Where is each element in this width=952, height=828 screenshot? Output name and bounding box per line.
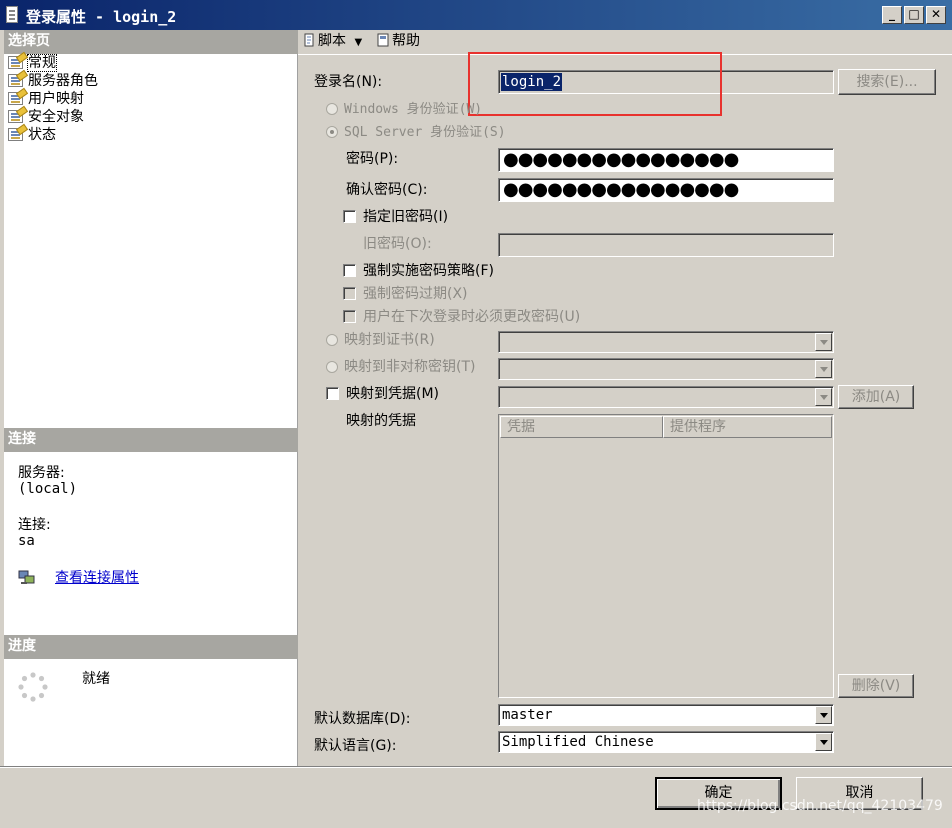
page-icon [8,74,23,87]
nav-item-general[interactable]: 常规 [6,54,57,72]
window-title: 登录属性 - login_2 [26,8,177,26]
default-language-value: Simplified Chinese [502,734,654,750]
window-icon [6,6,18,23]
windows-auth-radio[interactable] [326,103,338,115]
script-icon [302,32,316,47]
connection-header: 连接 [4,428,298,452]
enforce-policy-label: 强制实施密码策略(F) [363,263,494,279]
login-properties-window: { "window": { "title": "登录属性 - login_2" … [0,0,952,828]
nav-item-label: 状态 [28,127,56,143]
password-input[interactable]: ●●●●●●●●●●●●●●●● [498,148,834,172]
nav-item-securables[interactable]: 安全对象 [6,108,84,126]
search-button[interactable]: 搜索(E)... [838,69,936,95]
connection-value: sa [18,533,35,549]
confirm-password-mask: ●●●●●●●●●●●●●●●● [503,179,739,200]
sql-auth-radio[interactable] [326,126,338,138]
confirm-password-input[interactable]: ●●●●●●●●●●●●●●●● [498,178,834,202]
help-label: 帮助 [392,33,420,49]
dropdown-arrow-icon[interactable] [815,388,832,406]
password-label: 密码(P): [346,151,399,167]
footer-divider [0,766,952,768]
nav-item-label: 用户映射 [28,91,84,107]
must-change-checkbox[interactable] [343,310,356,323]
close-button[interactable]: ✕ [926,6,946,24]
default-language-select[interactable]: Simplified Chinese [498,731,834,753]
grid-col-provider[interactable]: 提供程序 [663,416,832,438]
server-value: (local) [18,481,78,497]
specify-old-password-label: 指定旧密码(I) [363,209,449,225]
default-database-label: 默认数据库(D): [314,711,411,727]
minimize-button[interactable]: _ [882,6,902,24]
certificate-select[interactable] [498,331,834,353]
must-change-label: 用户在下次登录时必须更改密码(U) [363,309,581,325]
login-name-label: 登录名(N): [314,74,383,90]
nav-item-user-mapping[interactable]: 用户映射 [6,90,84,108]
page-icon [8,110,23,123]
dropdown-arrow-icon[interactable] [815,733,832,751]
highlight-box [468,52,722,116]
map-credential-label: 映射到凭据(M) [346,386,440,402]
view-connection-properties-link[interactable]: 查看连接属性 [55,569,139,587]
dropdown-arrow-icon[interactable] [815,333,832,351]
title-bar: 登录属性 - login_2 _ □ ✕ [0,0,952,30]
watermark-text: https://blog.csdn.net/qq_42103479 [697,798,943,814]
progress-header: 进度 [4,635,298,659]
map-asym-key-radio[interactable] [326,361,338,373]
nav-item-status[interactable]: 状态 [6,126,56,144]
mapped-credentials-label: 映射的凭据 [346,413,416,429]
windows-auth-label: Windows 身份验证(W) [344,102,483,117]
map-certificate-label: 映射到证书(R) [344,332,435,348]
map-certificate-radio[interactable] [326,334,338,346]
progress-status: 就绪 [82,671,110,687]
progress-spinner-icon [18,672,48,702]
script-label: 脚本 [318,33,346,49]
sql-auth-label: SQL Server 身份验证(S) [344,125,506,140]
map-credential-checkbox[interactable] [326,387,339,400]
select-page-header: 选择页 [4,30,298,54]
script-button[interactable]: 脚本 ▼ [302,30,362,52]
chevron-down-icon: ▼ [354,37,363,48]
page-icon [8,92,23,105]
default-database-select[interactable]: master [498,704,834,726]
confirm-password-label: 确认密码(C): [346,182,428,198]
specify-old-password-checkbox[interactable] [343,210,356,223]
remove-button[interactable]: 删除(V) [838,674,914,698]
page-icon [8,128,23,141]
connection-properties-icon [18,570,36,586]
old-password-input[interactable] [498,233,834,257]
nav-item-label: 安全对象 [28,109,84,125]
add-button[interactable]: 添加(A) [838,385,914,409]
password-mask: ●●●●●●●●●●●●●●●● [503,149,739,170]
page-icon [8,56,23,69]
nav-item-server-roles[interactable]: 服务器角色 [6,72,98,90]
dropdown-arrow-icon[interactable] [815,706,832,724]
grid-col-credential[interactable]: 凭据 [500,416,663,438]
help-button[interactable]: 帮助 [376,30,420,52]
maximize-button[interactable]: □ [904,6,924,24]
default-database-value: master [502,707,553,723]
default-language-label: 默认语言(G): [314,738,397,754]
old-password-label: 旧密码(O): [363,236,432,252]
dropdown-arrow-icon[interactable] [815,360,832,378]
left-pane: 选择页 常规 服务器角色 用户映射 安全对象 状态 连接 服务器: (local… [4,30,298,767]
mapped-credentials-grid[interactable]: 凭据 提供程序 [498,414,834,698]
enforce-expiration-checkbox[interactable] [343,287,356,300]
enforce-expiration-label: 强制密码过期(X) [363,286,468,302]
help-icon [376,32,390,47]
asym-key-select[interactable] [498,358,834,380]
credential-select[interactable] [498,386,834,408]
map-asym-key-label: 映射到非对称密钥(T) [344,359,476,375]
enforce-policy-checkbox[interactable] [343,264,356,277]
nav-item-label: 常规 [27,54,57,72]
nav-item-label: 服务器角色 [28,73,98,89]
